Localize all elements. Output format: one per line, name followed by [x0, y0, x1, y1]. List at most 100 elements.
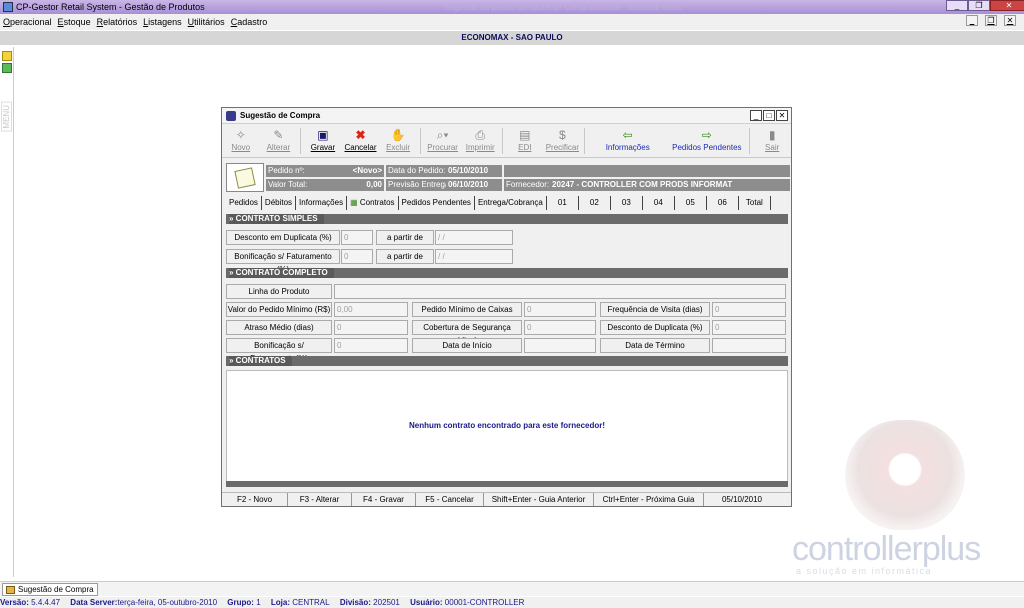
gravar-button[interactable]: ▣ Gravar: [304, 128, 342, 152]
tab-pedidos-pendentes[interactable]: Pedidos Pendentes: [399, 196, 475, 210]
valor-minimo-input[interactable]: 0,00: [334, 302, 408, 317]
procurar-button[interactable]: ⌕▾ Procurar: [424, 128, 462, 152]
pedido-minimo-caixas-input[interactable]: 0: [524, 302, 596, 317]
header-filler: [504, 165, 790, 177]
sugestao-compra-dialog: Sugestão de Compra _ □ ✕ ✧ Novo ✎ Alterar …: [221, 107, 792, 507]
excluir-button[interactable]: ✋ Excluir: [379, 128, 417, 152]
data-pedido-value: 05/10/2010: [446, 165, 502, 177]
pedido-label: Pedido nº:: [266, 165, 330, 177]
dialog-maximize-button[interactable]: □: [763, 110, 775, 121]
bonificacao-completo-label: Bonificação s/ Faturamento(%): [226, 338, 332, 363]
cancelar-button[interactable]: ✖ Cancelar: [342, 128, 380, 152]
dialog-icon: [226, 110, 236, 121]
dialog-toolbar: ✧ Novo ✎ Alterar ▣ Gravar ✖ Cancelar ✋ Exclui…: [222, 124, 791, 158]
tab-06[interactable]: 06: [707, 196, 739, 210]
close-button[interactable]: ✕: [990, 0, 1024, 11]
dialog-close-button[interactable]: ✕: [776, 110, 788, 121]
informacoes-button[interactable]: ⇦ Informações: [588, 128, 667, 152]
cobertura-seguranca-label: Cobertura de Segurança (dias): [412, 320, 522, 345]
menu-relatorios[interactable]: Relatórios: [97, 17, 138, 27]
edi-button[interactable]: ▤ EDI: [506, 128, 544, 152]
desconto-duplicata-input[interactable]: 0: [341, 230, 373, 245]
menu-estoque[interactable]: Estoque: [58, 17, 91, 27]
menu-operacional[interactable]: Operacional: [3, 17, 52, 27]
pending-arrow-icon: ⇨: [701, 128, 712, 142]
frequencia-visita-input[interactable]: 0: [712, 302, 786, 317]
shortcut-guia-anterior: Shift+Enter - Guia Anterior: [484, 493, 594, 506]
tab-informacoes[interactable]: Informações: [296, 196, 348, 210]
usuario-value: 00001-CONTROLLER: [444, 598, 525, 607]
app-title-bar: CP-Gestor Retail System - Gestão de Prod…: [0, 0, 1024, 14]
tab-02[interactable]: 02: [579, 196, 611, 210]
mdi-taskbar: Sugestão de Compra: [0, 581, 1024, 596]
mdi-minimize-button[interactable]: _: [966, 15, 978, 26]
data-inicio-input[interactable]: [524, 338, 596, 353]
dialog-tabs: Pedidos Débitos Informações ▦ Contratos …: [226, 196, 790, 210]
grupo-value: 1: [256, 598, 261, 607]
a-partir-de-input[interactable]: / /: [435, 230, 513, 245]
tab-01[interactable]: 01: [547, 196, 579, 210]
toolbar-separator: [749, 128, 751, 154]
shortcut-novo: F2 - Novo: [222, 493, 288, 506]
dialog-controls: _ □ ✕: [749, 110, 788, 121]
tab-pedidos[interactable]: Pedidos: [226, 196, 262, 210]
pedidos-pendentes-button[interactable]: ⇨ Pedidos Pendentes: [667, 128, 746, 152]
data-termino-input[interactable]: [712, 338, 786, 353]
atraso-medio-input[interactable]: 0: [334, 320, 408, 335]
minimize-button[interactable]: _: [946, 0, 968, 11]
tab-03[interactable]: 03: [611, 196, 643, 210]
novo-button[interactable]: ✧ Novo: [222, 128, 260, 152]
pin-icon[interactable]: [2, 51, 12, 61]
contratos-list[interactable]: Nenhum contrato encontrado para este for…: [226, 370, 788, 482]
dialog-title: Sugestão de Compra: [240, 111, 321, 120]
mdi-restore-button[interactable]: ❐: [985, 15, 997, 26]
cobertura-seguranca-input[interactable]: 0: [524, 320, 596, 335]
system-info-bar: Versão: 5.4.4.47 Data Server:terça-feira…: [0, 597, 1024, 608]
sair-button[interactable]: ▮ Sair: [753, 128, 791, 152]
bonificacao-completo-input[interactable]: 0: [334, 338, 408, 353]
watermark-tagline: a solução em informática: [796, 566, 933, 576]
restore-button[interactable]: ❐: [968, 0, 990, 11]
dialog-statusbar: F2 - Novo F3 - Alterar F4 - Gravar F5 - …: [222, 492, 791, 506]
tab-debitos[interactable]: Débitos: [262, 196, 297, 210]
alterar-button[interactable]: ✎ Alterar: [260, 128, 298, 152]
tab-contratos[interactable]: ▦ Contratos: [347, 196, 399, 210]
fornecedor-label: Fornecedor:: [504, 179, 550, 191]
versao-value: 5.4.4.47: [31, 598, 61, 607]
tab-entrega-cobranca[interactable]: Entrega/Cobrança: [475, 196, 547, 210]
linha-produto-label: Linha do Produto: [226, 284, 332, 299]
arrow-right-icon[interactable]: [2, 63, 12, 73]
menu-cadastro[interactable]: Cadastro: [231, 17, 268, 27]
linha-produto-input[interactable]: [334, 284, 786, 299]
tab-total[interactable]: Total: [739, 196, 771, 210]
precificar-button[interactable]: $ Precificar: [544, 128, 582, 152]
data-termino-label: Data de Término: [600, 338, 710, 353]
divisao-label: Divisão:: [339, 598, 371, 607]
contract-row-2: Atraso Médio (dias) 0 Cobertura de Segur…: [226, 320, 788, 345]
tab-04[interactable]: 04: [643, 196, 675, 210]
task-sugestao-compra[interactable]: Sugestão de Compra: [2, 583, 98, 596]
bonificacao-input[interactable]: 0: [341, 249, 373, 264]
order-document-icon: [226, 163, 264, 192]
contrato-simples-header: » CONTRATO SIMPLES: [226, 214, 788, 224]
menu-rail-label[interactable]: MENU: [1, 102, 12, 132]
toolbar-separator: [419, 128, 421, 154]
desconto-duplicata-label: Desconto em Duplicata (%): [226, 230, 340, 245]
mdi-controls: _ ❐ ✕: [965, 15, 1022, 26]
dialog-minimize-button[interactable]: _: [750, 110, 762, 121]
desconto-duplicata-row: Desconto em Duplicata (%) 0 a partir de …: [226, 230, 788, 248]
menu-utilitarios[interactable]: Utilitários: [188, 17, 225, 27]
contratos-header: » CONTRATOS: [226, 356, 788, 366]
server-value: terça-feira, 05-outubro-2010: [117, 598, 218, 607]
tab-05[interactable]: 05: [675, 196, 707, 210]
empty-contracts-message: Nenhum contrato encontrado para este for…: [408, 421, 606, 430]
contract-row-1: Valor do Pedido Mínimo (R$) 0,00 Pedido …: [226, 302, 788, 320]
desconto-duplicata-completo-input[interactable]: 0: [712, 320, 786, 335]
a-partir-de-input-2[interactable]: / /: [435, 249, 513, 264]
shortcut-gravar: F4 - Gravar: [352, 493, 416, 506]
bonificacao-row: Bonificação s/ Faturamento (%) 0 a parti…: [226, 249, 788, 274]
mdi-close-button[interactable]: ✕: [1004, 15, 1016, 26]
imprimir-button[interactable]: ⎙ Imprimir: [461, 128, 499, 152]
linha-produto-row: Linha do Produto: [226, 284, 788, 302]
menu-listagens[interactable]: Listagens: [143, 17, 182, 27]
